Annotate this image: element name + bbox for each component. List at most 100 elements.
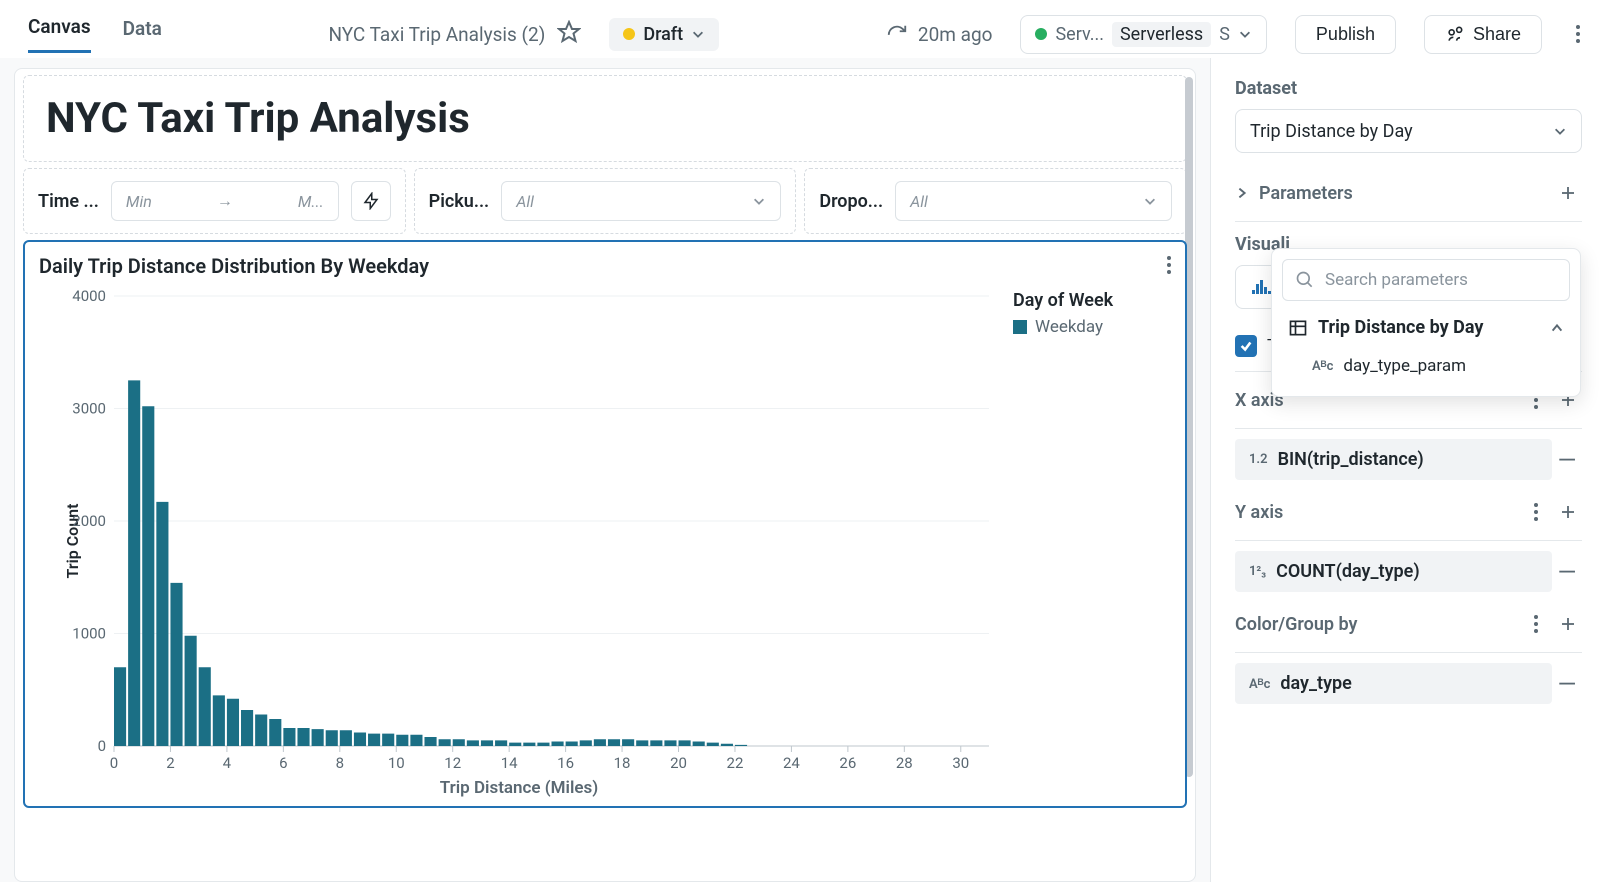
cluster-label: Serv... (1055, 24, 1104, 45)
chart-title: Daily Trip Distance Distribution By Week… (39, 254, 1171, 278)
svg-text:3000: 3000 (72, 400, 106, 418)
chevron-right-icon (1235, 186, 1249, 200)
chart-xlabel: Trip Distance (Miles) (440, 778, 598, 798)
string-type-icon: Aᴮc (1249, 676, 1270, 692)
svg-text:2000: 2000 (72, 512, 106, 530)
tab-data[interactable]: Data (123, 17, 162, 52)
svg-text:6: 6 (279, 754, 287, 772)
share-button[interactable]: Share (1424, 15, 1542, 54)
parameter-popover: Search parameters Trip Distance by Day A… (1271, 248, 1581, 397)
svg-text:30: 30 (952, 754, 969, 772)
yaxis-menu[interactable] (1532, 501, 1540, 523)
parameter-item[interactable]: Aᴮc day_type_param (1282, 346, 1570, 386)
publish-button[interactable]: Publish (1295, 15, 1396, 54)
legend-title: Day of Week (1013, 290, 1113, 311)
color-add[interactable] (1554, 610, 1582, 638)
plus-icon (1559, 184, 1577, 202)
color-remove[interactable]: — (1552, 670, 1582, 698)
xaxis-field-label: BIN(trip_distance) (1278, 449, 1424, 470)
chart-plot: 0100020003000400002468101214161820222426… (39, 286, 999, 796)
svg-text:10: 10 (388, 754, 405, 772)
share-label: Share (1473, 24, 1521, 45)
plus-icon (1559, 615, 1577, 633)
tab-canvas[interactable]: Canvas (28, 15, 91, 53)
refresh-time-label: 20m ago (918, 23, 993, 46)
svg-text:8: 8 (336, 754, 344, 772)
parameter-item-label: day_type_param (1343, 356, 1466, 376)
svg-text:4000: 4000 (72, 287, 106, 305)
search-icon (1295, 270, 1315, 290)
svg-text:22: 22 (727, 754, 744, 772)
color-field-pill[interactable]: Aᴮc day_type (1235, 663, 1552, 704)
integer-type-icon: 1²₃ (1249, 564, 1266, 579)
svg-text:18: 18 (614, 754, 631, 772)
chevron-down-icon (1238, 27, 1252, 41)
legend-swatch-icon (1013, 320, 1027, 334)
number-type-icon: 1.2 (1249, 452, 1268, 467)
status-dot-icon (623, 28, 635, 40)
cluster-selector[interactable]: Serv... Serverless S (1020, 15, 1266, 54)
filter-time-max: M... (298, 192, 324, 211)
sidebar-yaxis-label: Y axis (1235, 502, 1283, 523)
svg-text:20: 20 (670, 754, 687, 772)
cluster-size-chip: Serverless (1112, 22, 1211, 47)
status-dot-green-icon (1035, 28, 1047, 40)
filter-pickup-value: All (516, 192, 534, 211)
svg-text:12: 12 (444, 754, 461, 772)
yaxis-field-label: COUNT(day_type) (1276, 561, 1420, 582)
filter-pickup-select[interactable]: All (501, 181, 781, 221)
svg-text:24: 24 (783, 754, 800, 772)
star-icon[interactable] (557, 20, 581, 49)
yaxis-field-pill[interactable]: 1²₃ COUNT(day_type) (1235, 551, 1552, 592)
svg-text:26: 26 (839, 754, 856, 772)
string-type-icon: Aᴮc (1312, 358, 1333, 374)
chevron-down-icon (1143, 194, 1157, 208)
parameter-group-header[interactable]: Trip Distance by Day (1282, 309, 1570, 346)
check-icon (1239, 339, 1253, 353)
filter-time: Time ... Min → M... (23, 168, 406, 234)
canvas-area: NYC Taxi Trip Analysis Time ... Min → M.… (0, 58, 1210, 882)
xaxis-field-pill[interactable]: 1.2 BIN(trip_distance) (1235, 439, 1552, 480)
title-card[interactable]: NYC Taxi Trip Analysis (23, 75, 1187, 162)
filter-label-time: Time ... (38, 191, 99, 212)
filter-dropoff: Dropo... All (804, 168, 1187, 234)
chevron-down-icon (1553, 124, 1567, 138)
refresh-time[interactable]: 20m ago (886, 23, 993, 46)
filter-time-apply[interactable] (351, 181, 391, 221)
color-menu[interactable] (1532, 613, 1540, 635)
svg-text:2: 2 (166, 754, 174, 772)
xaxis-remove[interactable]: — (1552, 446, 1582, 474)
status-draft[interactable]: Draft (609, 18, 719, 51)
yaxis-remove[interactable]: — (1552, 558, 1582, 586)
page-title: NYC Taxi Trip Analysis (46, 94, 1164, 143)
svg-text:0: 0 (98, 737, 106, 755)
chart-card[interactable]: Daily Trip Distance Distribution By Week… (23, 240, 1187, 808)
filter-dropoff-value: All (910, 192, 928, 211)
filter-time-range[interactable]: Min → M... (111, 181, 339, 221)
filter-dropoff-select[interactable]: All (895, 181, 1172, 221)
svg-text:1000: 1000 (72, 625, 106, 643)
filter-pickup: Picku... All (414, 168, 797, 234)
yaxis-add[interactable] (1554, 498, 1582, 526)
legend-item[interactable]: Weekday (1013, 317, 1113, 337)
parameter-search-placeholder: Search parameters (1325, 270, 1468, 290)
sidebar-color-label: Color/Group by (1235, 614, 1357, 635)
legend-item-label: Weekday (1035, 317, 1103, 337)
color-field-label: day_type (1280, 673, 1351, 694)
refresh-icon (886, 23, 908, 45)
share-icon (1445, 24, 1465, 44)
svg-text:4: 4 (223, 754, 232, 772)
plus-icon (1559, 503, 1577, 521)
status-label: Draft (643, 24, 683, 45)
svg-text:16: 16 (557, 754, 574, 772)
sidebar: Dataset Trip Distance by Day Parameters … (1210, 58, 1600, 882)
overflow-menu[interactable] (1570, 21, 1586, 47)
title-checkbox[interactable] (1235, 335, 1257, 357)
topbar: Canvas Data NYC Taxi Trip Analysis (2) D… (0, 0, 1600, 58)
parameter-search[interactable]: Search parameters (1282, 259, 1570, 301)
add-parameter-button[interactable] (1554, 179, 1582, 207)
doc-title[interactable]: NYC Taxi Trip Analysis (2) (329, 23, 546, 46)
chart-overflow-menu[interactable] (1165, 254, 1173, 276)
dataset-select[interactable]: Trip Distance by Day (1235, 109, 1582, 153)
sidebar-parameters-label[interactable]: Parameters (1259, 183, 1353, 204)
